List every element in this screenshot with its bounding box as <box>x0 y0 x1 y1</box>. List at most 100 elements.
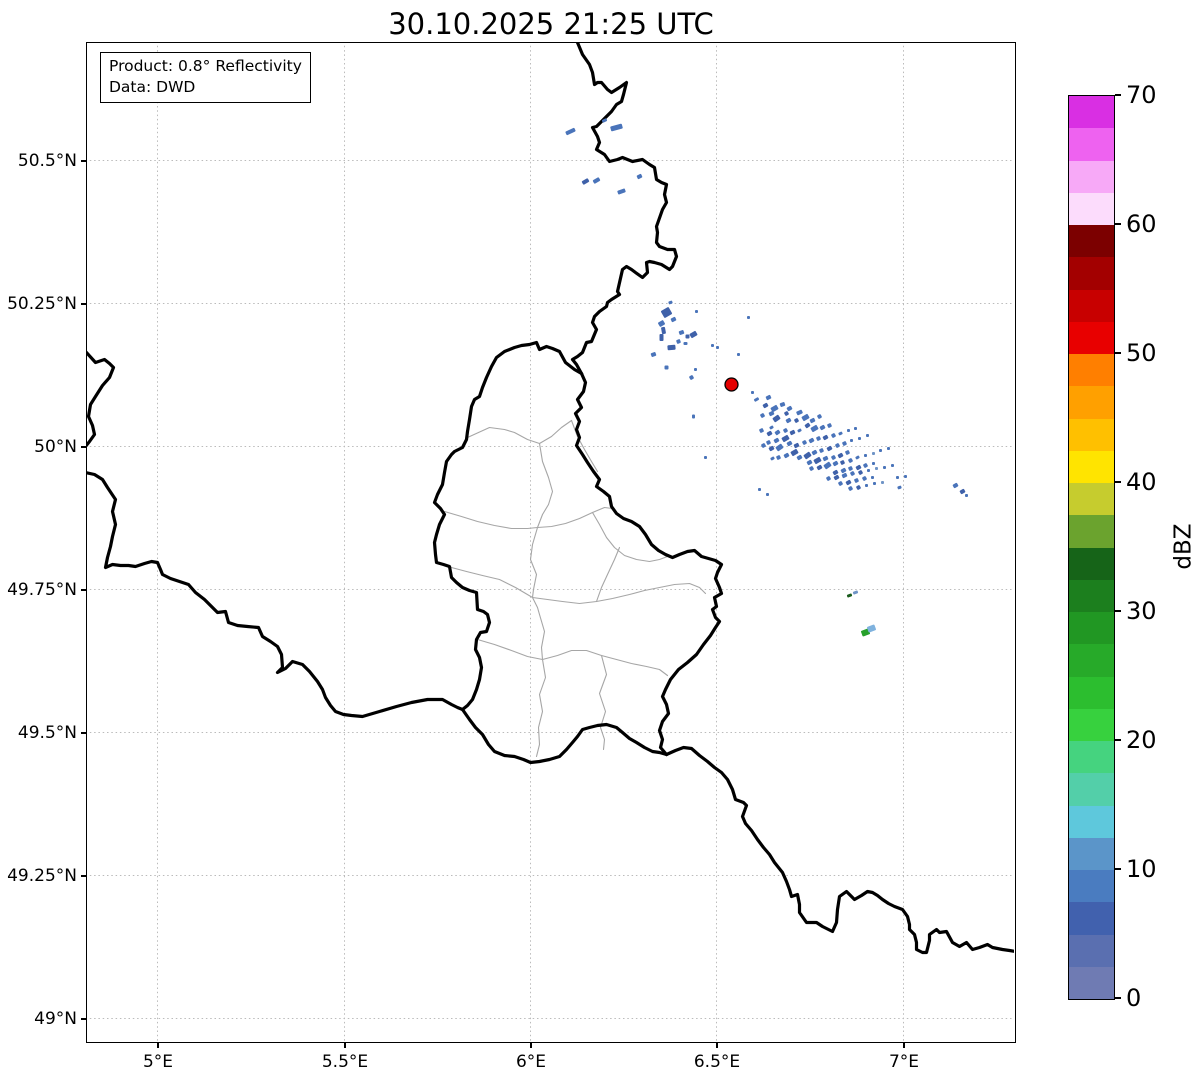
canton-border <box>443 506 614 530</box>
colorbar-tick-label: 0 <box>1126 984 1142 1012</box>
radar-echo <box>694 368 697 371</box>
radar-echo <box>856 485 861 490</box>
radar-echo <box>822 455 829 462</box>
colorbar-segment <box>1069 450 1114 483</box>
radar-echo <box>783 452 790 459</box>
radar-echo <box>826 476 831 481</box>
y-tick <box>81 875 86 877</box>
radar-echo <box>847 429 850 432</box>
x-tick <box>530 1043 532 1048</box>
colorbar-segment <box>1069 805 1114 838</box>
colorbar-tick-label: 70 <box>1126 81 1157 109</box>
radar-echo <box>872 452 875 455</box>
radar-echo <box>845 479 852 486</box>
radar-echo <box>770 404 779 413</box>
colorbar-tick-label: 30 <box>1126 597 1157 625</box>
canton-border <box>476 638 669 677</box>
radar-echo <box>952 482 959 489</box>
colorbar-segment <box>1069 515 1114 548</box>
product-info-box: Product: 0.8° Reflectivity Data: DWD <box>100 52 311 103</box>
canton-border <box>535 613 547 758</box>
radar-echo <box>779 402 786 407</box>
colorbar-segment <box>1069 676 1114 709</box>
radar-echo <box>685 334 690 339</box>
radar-echo <box>879 449 882 452</box>
x-tick-label: 5°E <box>142 1052 174 1072</box>
colorbar-segment <box>1069 966 1114 999</box>
radar-echo <box>897 485 902 490</box>
radar-echo <box>871 476 874 479</box>
colorbar <box>1068 95 1115 1000</box>
country-border <box>87 350 116 448</box>
radar-echo <box>872 462 875 465</box>
radar-echo <box>854 478 859 483</box>
radar-echo <box>866 434 869 437</box>
radar-echo <box>867 469 870 472</box>
radar-echo <box>832 460 839 467</box>
radar-echo <box>854 427 857 430</box>
x-tick <box>157 1043 159 1048</box>
radar-echo <box>823 461 832 470</box>
radar-echo <box>664 365 669 370</box>
radar-echo <box>692 414 695 419</box>
x-tick <box>903 1043 905 1048</box>
colorbar-tick-label: 10 <box>1126 855 1157 883</box>
radar-echo <box>816 464 823 471</box>
radar-echo <box>716 346 719 349</box>
canton-border <box>529 526 541 616</box>
radar-echo <box>676 339 681 344</box>
colorbar-segment <box>1069 160 1114 193</box>
x-tick <box>716 1043 718 1048</box>
radar-echo <box>848 486 853 491</box>
radar-echo <box>610 123 623 132</box>
map-canvas <box>87 43 1014 1041</box>
radar-echo <box>753 397 760 402</box>
radar-echo <box>766 440 771 445</box>
colorbar-segment <box>1069 483 1114 516</box>
y-tick-label: 49.75°N <box>7 580 77 600</box>
radar-echo <box>565 127 576 136</box>
y-tick-label: 49.5°N <box>17 723 77 743</box>
colorbar-tick <box>1114 352 1121 354</box>
y-tick-label: 50.25°N <box>7 294 77 314</box>
radar-echo <box>781 434 790 443</box>
radar-echo <box>858 437 861 440</box>
radar-echo <box>804 422 811 429</box>
radar-echo <box>842 441 847 446</box>
radar-figure: 30.10.2025 21:25 UTC Product: 0.8° Refle… <box>0 0 1202 1081</box>
radar-echo <box>848 466 853 471</box>
y-tick <box>81 303 86 305</box>
radar-echo <box>786 405 793 412</box>
radar-echo <box>850 471 855 476</box>
radar-echo <box>846 593 853 598</box>
colorbar-segment <box>1069 870 1114 903</box>
country-border <box>573 371 724 757</box>
radar-echo <box>833 474 840 481</box>
radar-echo <box>837 452 844 459</box>
radar-echo <box>660 307 673 318</box>
radar-echo <box>855 464 862 471</box>
radar-echo <box>689 330 698 339</box>
radar-echo <box>668 300 673 305</box>
radar-echo <box>819 448 824 453</box>
radar-echo <box>617 188 626 195</box>
colorbar-segment <box>1069 934 1114 967</box>
radar-echo <box>760 413 765 418</box>
radar-echo <box>845 450 850 455</box>
radar-echo <box>831 455 836 460</box>
y-tick-label: 50.5°N <box>17 151 77 171</box>
colorbar-tick-label: 60 <box>1126 210 1157 238</box>
radar-echo <box>789 429 796 436</box>
colorbar-segment <box>1069 644 1114 677</box>
radar-echo <box>766 493 769 496</box>
radar-echo <box>858 470 863 475</box>
radar-echo <box>840 467 847 474</box>
radar-echo <box>772 414 781 423</box>
figure-title: 30.10.2025 21:25 UTC <box>388 7 714 41</box>
radar-echo <box>758 488 761 491</box>
radar-echo <box>809 417 816 424</box>
radar-echo <box>863 463 868 468</box>
radar-echo <box>831 433 836 438</box>
radar-echo <box>808 437 815 444</box>
radar-echo <box>678 330 685 335</box>
